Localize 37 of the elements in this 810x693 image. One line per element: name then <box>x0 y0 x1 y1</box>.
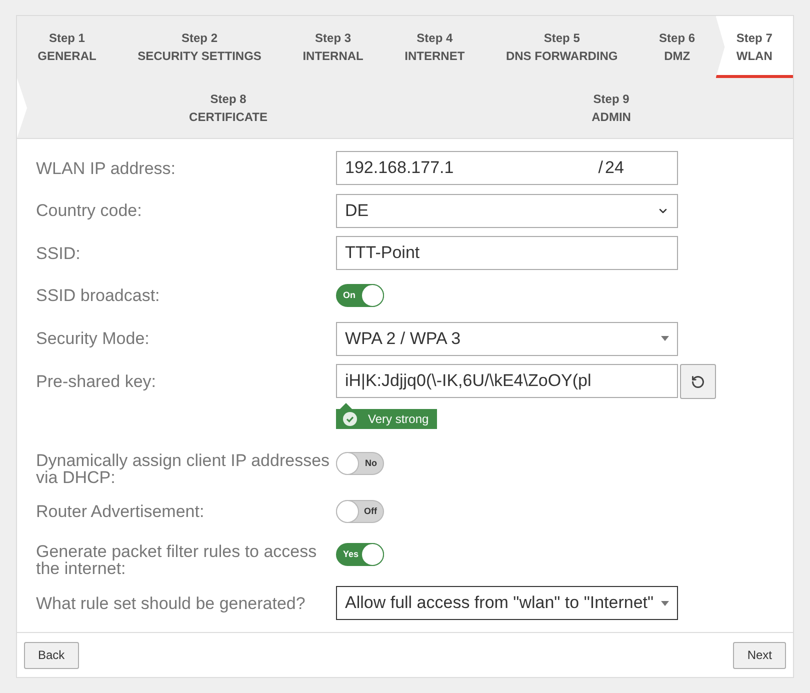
toggle-switch[interactable]: No <box>336 452 384 475</box>
field-label: Country code: <box>36 200 143 222</box>
strength-text: Very strong <box>368 413 429 425</box>
field-label: Router Advertisement: <box>36 501 206 523</box>
step-tab[interactable]: Step 3 INTERNAL <box>282 16 384 78</box>
step-tab[interactable]: Step 5 DNS FORWARDING <box>485 16 638 78</box>
field-label: SSID: <box>36 242 82 264</box>
step-tab[interactable]: Step 6 DMZ <box>638 16 716 78</box>
field-label: Dynamically assign client IP addresses via DHCP: <box>36 452 331 486</box>
field-label: Generate packet filter rules to access the internet: <box>36 543 318 577</box>
step-tab[interactable]: Step 8 CERTIFICATE <box>27 78 430 138</box>
field-label: What rule set should be generated? <box>36 592 306 614</box>
regenerate-button[interactable] <box>680 364 716 399</box>
refresh-icon <box>691 374 705 388</box>
select-field[interactable]: DE <box>336 194 678 228</box>
step-tab[interactable]: Step 7 WLAN <box>716 16 794 78</box>
back-button[interactable]: Back <box>24 642 79 668</box>
step-tab[interactable]: Step 9 ADMIN <box>430 78 793 138</box>
next-button[interactable]: Next <box>733 642 786 668</box>
step-tab[interactable]: Step 1 GENERAL <box>17 16 117 78</box>
field-label: Pre-shared key: <box>36 370 157 392</box>
step-tab[interactable]: Step 4 INTERNET <box>384 16 486 78</box>
toggle-switch[interactable]: Yes <box>336 543 384 566</box>
ip-address-field[interactable]: 192.168.177.1 /24 <box>336 151 678 185</box>
dropdown-field[interactable]: WPA 2 / WPA 3 <box>336 322 678 356</box>
field-label: Security Mode: <box>36 328 150 350</box>
text-field[interactable]: TTT-Point <box>336 236 678 270</box>
caret-down-icon <box>661 600 669 606</box>
field-label: WLAN IP address: <box>36 158 177 180</box>
caret-down-icon <box>661 336 669 341</box>
dropdown-field[interactable]: Allow full access from "wlan" to "Internet" <box>336 586 678 620</box>
check-circle-icon <box>343 412 357 426</box>
field-label: SSID broadcast: <box>36 284 161 306</box>
toggle-switch[interactable]: On <box>336 284 384 306</box>
step-tab[interactable]: Step 2 SECURITY SETTINGS <box>116 16 282 78</box>
toggle-switch[interactable]: Off <box>336 500 384 523</box>
password-field[interactable]: iH|K:Jdjjq0(\-IK,6U/\kE4\ZoOY(pl <box>336 364 678 398</box>
